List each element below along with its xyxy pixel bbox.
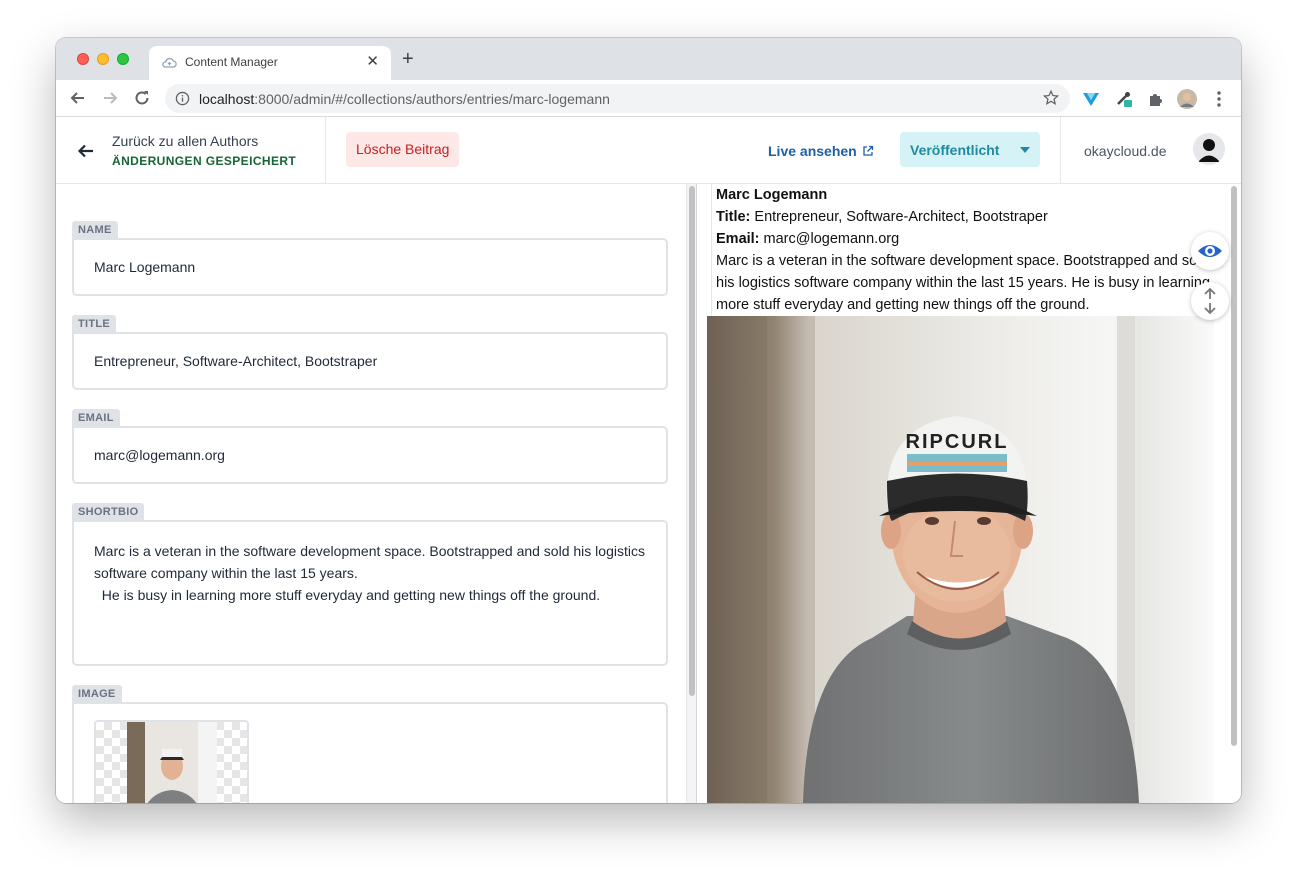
eye-icon <box>1198 245 1222 257</box>
tab-strip: Content Manager ✕ + <box>56 38 1241 80</box>
editor-scrollbar-thumb[interactable] <box>689 186 695 696</box>
preview-pane: Marc Logemann Title: Entrepreneur, Softw… <box>696 184 1241 803</box>
new-tab-button[interactable]: + <box>402 49 414 69</box>
image-field: IMAGE <box>72 684 668 803</box>
delete-entry-button[interactable]: Lösche Beitrag <box>346 132 460 167</box>
field-label: IMAGE <box>72 685 122 702</box>
reload-icon[interactable] <box>132 88 152 108</box>
sync-scroll-button[interactable] <box>1191 282 1229 320</box>
email-field: EMAIL marc@logemann.org <box>72 408 668 484</box>
title-field: TITLE Entrepreneur, Software-Architect, … <box>72 314 668 390</box>
preview-bio: Marc is a veteran in the software develo… <box>716 253 1211 313</box>
address-bar[interactable]: localhost:8000/admin/#/collections/autho… <box>165 84 1070 113</box>
external-link-icon <box>863 145 873 156</box>
tab-title: Content Manager <box>185 55 278 69</box>
toggle-preview-button[interactable] <box>1191 232 1229 270</box>
field-label: SHORTBIO <box>72 503 145 520</box>
editor-pane: NAME Marc Logemann TITLE Entrepreneur, S… <box>56 184 696 803</box>
field-label: NAME <box>72 221 118 238</box>
preview-text: Marc Logemann Title: Entrepreneur, Softw… <box>712 184 1221 316</box>
devtools-extension-icon[interactable] <box>1114 89 1134 109</box>
maximize-window-button[interactable] <box>117 53 129 65</box>
image-dropzone[interactable] <box>72 702 668 803</box>
field-label: TITLE <box>72 315 117 332</box>
site-name[interactable]: okaycloud.de <box>1084 143 1167 159</box>
url-text[interactable]: localhost:8000/admin/#/collections/autho… <box>199 91 610 107</box>
title-input[interactable]: Entrepreneur, Software-Architect, Bootst… <box>72 332 668 390</box>
cap-lettering: RIPCURL <box>906 431 1009 453</box>
bookmark-star-icon[interactable] <box>1042 89 1060 107</box>
cloud-icon <box>162 57 177 68</box>
user-icon <box>1198 139 1220 162</box>
preview-name: Marc Logemann <box>716 187 828 203</box>
name-field: NAME Marc Logemann <box>72 220 668 296</box>
editor-scrollbar[interactable] <box>686 184 696 803</box>
shortbio-field: SHORTBIO Marc is a veteran in the softwa… <box>72 502 668 666</box>
field-label: EMAIL <box>72 409 120 426</box>
profile-avatar-icon[interactable] <box>1177 89 1197 109</box>
header-divider <box>325 117 326 184</box>
extensions-puzzle-icon[interactable] <box>1146 89 1166 109</box>
header-divider <box>1060 117 1061 184</box>
author-photo: RIPCURL <box>707 316 1214 803</box>
browser-window: Content Manager ✕ + localhost:8000/admin… <box>56 38 1241 803</box>
app-header: Zurück zu allen Authors ÄNDERUNGEN GESPE… <box>56 117 1241 184</box>
view-live-link[interactable]: Live ansehen <box>768 143 874 159</box>
browser-tab[interactable]: Content Manager ✕ <box>149 46 391 80</box>
back-to-collection-link[interactable]: Zurück zu allen Authors <box>112 133 258 149</box>
close-window-button[interactable] <box>77 53 89 65</box>
tab-close-icon[interactable]: ✕ <box>366 53 379 71</box>
preview-title: Title: Entrepreneur, Software-Architect,… <box>716 209 1048 225</box>
forward-icon[interactable] <box>100 88 120 108</box>
save-status-label: ÄNDERUNGEN GESPEICHERT <box>112 154 297 168</box>
back-icon[interactable] <box>68 88 88 108</box>
minimize-window-button[interactable] <box>97 53 109 65</box>
shortbio-textarea[interactable]: Marc is a veteran in the software develo… <box>72 520 668 666</box>
email-input[interactable]: marc@logemann.org <box>72 426 668 484</box>
preview-scrollbar-thumb[interactable] <box>1231 186 1237 746</box>
kebab-menu-icon[interactable] <box>1209 89 1229 109</box>
browser-toolbar: localhost:8000/admin/#/collections/autho… <box>56 80 1241 117</box>
name-input[interactable]: Marc Logemann <box>72 238 668 296</box>
scroll-sync-icon <box>1204 287 1216 315</box>
vuetify-extension-icon[interactable] <box>1081 89 1101 109</box>
image-thumbnail[interactable] <box>94 720 249 803</box>
user-avatar[interactable] <box>1193 133 1225 165</box>
info-icon[interactable] <box>175 91 190 106</box>
author-photo-thumbnail <box>127 722 217 803</box>
preview-email: Email: marc@logemann.org <box>716 231 900 247</box>
caret-down-icon <box>1020 147 1030 153</box>
publish-status-dropdown[interactable]: Veröffentlicht <box>900 132 1040 167</box>
back-arrow-icon[interactable] <box>76 141 96 161</box>
